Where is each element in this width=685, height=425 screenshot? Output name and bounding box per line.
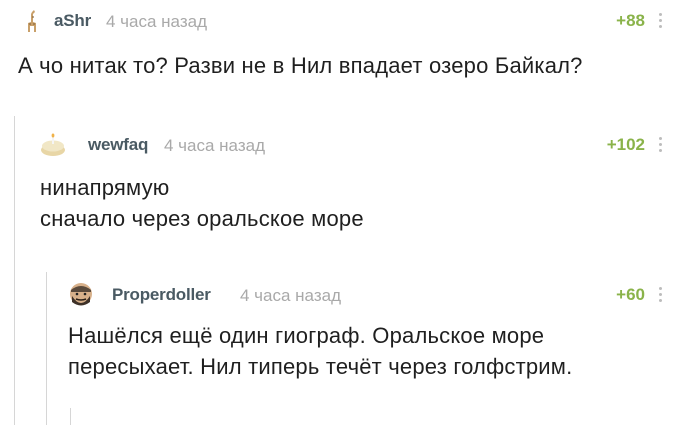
comment-author[interactable]: aShr: [54, 11, 91, 31]
comment: Properdoller 4 часа назад +60 Нашёлся ещ…: [68, 282, 663, 392]
comment-text-line: Нашёлся ещё один гиограф. Оральское море: [68, 323, 545, 348]
bearded-man-avatar-icon[interactable]: [68, 282, 94, 308]
comment-text-line: пересыхает. Нил типерь течёт через голфс…: [68, 354, 573, 379]
comment-header: aShr 4 часа назад +88: [18, 8, 663, 38]
comment-rating: +88: [616, 11, 645, 30]
comment-rating: +60: [616, 285, 645, 304]
comment-author[interactable]: wewfaq: [88, 135, 148, 155]
comment: aShr 4 часа назад +88 А чо нитак то? Раз…: [18, 8, 663, 98]
giraffe-avatar-icon[interactable]: [18, 8, 44, 34]
comment: wewfaq 4 часа назад +102 нинапрямую снач…: [40, 132, 663, 242]
comment-text-line: нинапрямую: [40, 175, 170, 200]
thread-branch-line[interactable]: [70, 408, 71, 425]
comment-text: А чо нитак то? Разви не в Нил впадает оз…: [18, 50, 663, 81]
comment-text: нинапрямую сначало через оральское море: [40, 172, 663, 234]
cake-avatar-icon[interactable]: [40, 132, 66, 158]
thread-branch-line[interactable]: [14, 116, 15, 425]
vertical-dots-icon[interactable]: [659, 287, 663, 305]
comment-time[interactable]: 4 часа назад: [240, 286, 341, 306]
comment-header: wewfaq 4 часа назад +102: [40, 132, 663, 162]
comment-author[interactable]: Properdoller: [112, 285, 211, 305]
comment-time[interactable]: 4 часа назад: [164, 136, 265, 156]
comment-rating: +102: [606, 135, 645, 154]
vertical-dots-icon[interactable]: [659, 137, 663, 155]
comment-text-line: сначало через оральское море: [40, 206, 364, 231]
comment-header: Properdoller 4 часа назад +60: [68, 282, 663, 312]
comment-text-line: А чо нитак то? Разви не в Нил впадает оз…: [18, 53, 583, 78]
comment-text: Нашёлся ещё один гиограф. Оральское море…: [68, 320, 663, 382]
comment-time[interactable]: 4 часа назад: [106, 12, 207, 32]
thread-branch-line[interactable]: [46, 272, 47, 425]
vertical-dots-icon[interactable]: [659, 13, 663, 31]
